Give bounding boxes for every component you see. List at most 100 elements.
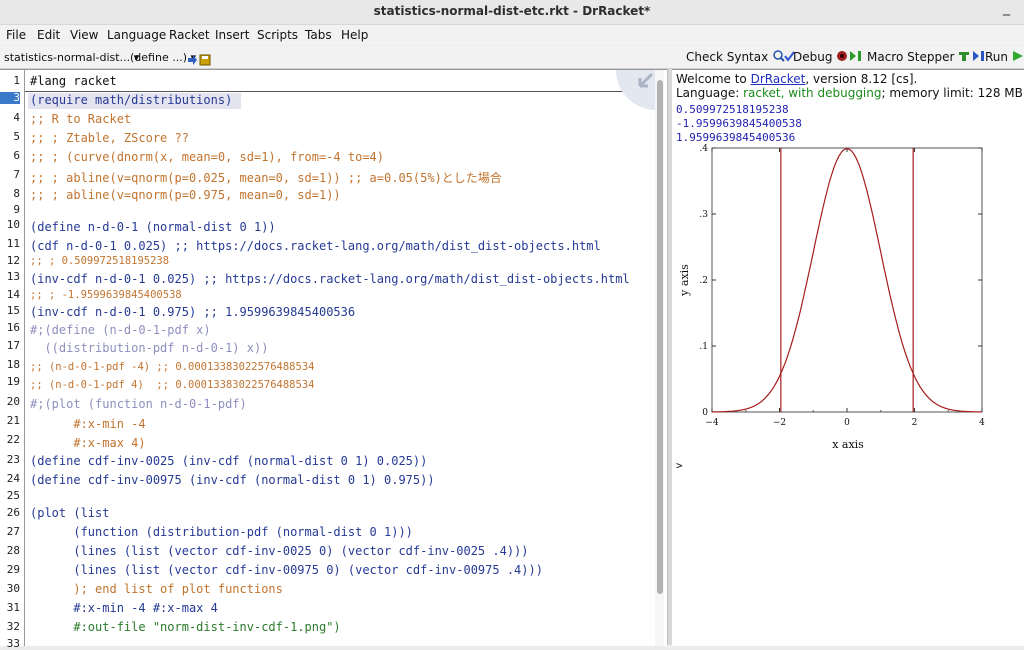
code-line: ;; R to Racket — [30, 112, 131, 126]
line-number: 31 — [0, 601, 20, 614]
menu-view[interactable]: View — [70, 28, 98, 42]
line-number: 16 — [0, 321, 20, 334]
menu-bar: File Edit View Language Racket Insert Sc… — [0, 25, 1024, 45]
run-icon — [1012, 50, 1024, 62]
line-number: 13 — [0, 270, 20, 283]
macro-stepper-button[interactable]: Macro Stepper — [867, 50, 988, 64]
line-number: 17 — [0, 339, 20, 352]
x-tick-label: 2 — [912, 418, 918, 428]
line-number: 18 — [0, 358, 20, 371]
corner-arrow-icon — [612, 70, 656, 110]
code-line: (lines (list (vector cdf-inv-00975 0) (v… — [30, 563, 543, 577]
welcome-suffix: , version 8.12 [cs]. — [805, 72, 917, 86]
code-line: #:x-max 4) — [30, 436, 146, 450]
y-tick-label: .2 — [699, 276, 708, 286]
run-button[interactable]: Run — [985, 50, 1024, 64]
code-line: ;; ; (curve(dnorm(x, mean=0, sd=1), from… — [30, 150, 384, 164]
window-titlebar: statistics-normal-dist-etc.rkt - DrRacke… — [0, 0, 1024, 25]
line-number: 28 — [0, 544, 20, 557]
line-number: 26 — [0, 506, 20, 519]
line-number: 33 — [0, 637, 20, 650]
window-title: statistics-normal-dist-etc.rkt - DrRacke… — [0, 4, 1024, 18]
define-dropdown-label: (define ...) — [130, 51, 187, 64]
welcome-line: Welcome to DrRacket, version 8.12 [cs]. — [676, 72, 917, 86]
macro-stepper-icon — [958, 50, 988, 62]
x-axis-label: x axis — [832, 438, 864, 451]
x-tick-label: 0 — [844, 418, 850, 428]
editor-scrollbar-thumb[interactable] — [657, 80, 663, 594]
code-line: ;; (n-d-0-1-pdf 4) ;; 0.0001338302257648… — [30, 379, 314, 391]
y-tick-label: .4 — [699, 144, 708, 154]
code-line: #;(define (n-d-0-1-pdf x) — [30, 323, 211, 337]
define-dropdown[interactable]: (define ...) ▾ — [130, 51, 196, 64]
check-syntax-button[interactable]: Check Syntax — [686, 50, 796, 64]
line-number: 29 — [0, 563, 20, 576]
menu-file[interactable]: File — [6, 28, 26, 42]
line-number-current: 3 — [0, 92, 20, 104]
toolbar: statistics-normal-dist... ▾ (define ...)… — [0, 46, 1024, 69]
check-syntax-label: Check Syntax — [686, 50, 768, 64]
code-line: #:out-file "norm-dist-inv-cdf-1.png") — [30, 620, 341, 634]
code-line: (require math/distributions) — [30, 93, 232, 107]
y-tick-label: .1 — [699, 342, 708, 352]
code-line: #:x-min -4 #:x-max 4 — [30, 601, 218, 615]
language-name: racket, with debugging — [743, 86, 881, 100]
x-tick-label: −4 — [705, 418, 719, 428]
y-tick-label: .3 — [699, 210, 708, 220]
line-number: 14 — [0, 288, 20, 301]
drracket-link[interactable]: DrRacket — [751, 72, 806, 86]
menu-racket[interactable]: Racket — [169, 28, 210, 42]
code-line: ;; ; abline(v=qnorm(p=0.975, mean=0, sd=… — [30, 188, 341, 202]
output-value: 0.509972518195238 — [676, 103, 789, 116]
line-number: 12 — [0, 254, 20, 267]
code-line: (function (distribution-pdf (normal-dist… — [30, 525, 413, 539]
line-number: 27 — [0, 525, 20, 538]
menu-tabs[interactable]: Tabs — [305, 28, 332, 42]
line-number: 21 — [0, 414, 20, 427]
menu-edit[interactable]: Edit — [37, 28, 60, 42]
interactions-pane[interactable]: Welcome to DrRacket, version 8.12 [cs]. … — [672, 69, 1024, 646]
line-number: 22 — [0, 433, 20, 446]
menu-language[interactable]: Language — [107, 28, 166, 42]
pdf-curve — [712, 149, 982, 412]
menu-insert[interactable]: Insert — [215, 28, 249, 42]
debug-button[interactable]: Debug — [793, 50, 864, 64]
lang-line-separator — [25, 91, 655, 92]
run-label: Run — [985, 50, 1008, 64]
output-value: -1.9599639845400538 — [676, 117, 802, 130]
code-line: (cdf n-d-0-1 0.025) ;; https://docs.rack… — [30, 239, 601, 253]
line-number: 4 — [0, 111, 20, 124]
line-number: 15 — [0, 304, 20, 317]
repl-prompt[interactable]: > — [676, 459, 683, 472]
code-line: (define cdf-inv-00975 (inv-cdf (normal-d… — [30, 473, 435, 487]
code-line: (define cdf-inv-0025 (inv-cdf (normal-di… — [30, 454, 427, 468]
debug-label: Debug — [793, 50, 832, 64]
line-number: 32 — [0, 620, 20, 633]
menu-scripts[interactable]: Scripts — [257, 28, 298, 42]
language-line: Language: racket, with debugging; memory… — [676, 86, 1024, 100]
line-number: 24 — [0, 472, 20, 485]
save-icon[interactable] — [188, 51, 212, 63]
minimize-button[interactable]: _ — [1003, 0, 1010, 16]
code-line: ;; (n-d-0-1-pdf -4) ;; 0.000133830225764… — [30, 361, 314, 373]
line-number: 11 — [0, 237, 20, 250]
line-number: 8 — [0, 187, 20, 200]
y-tick-label: 0 — [702, 408, 708, 418]
menu-help[interactable]: Help — [341, 28, 368, 42]
line-number-gutter: 1 3 4 5 6 7 8 9 10 11 12 13 14 15 16 17 … — [0, 70, 25, 646]
code-line: ;; ; abline(v=qnorm(p=0.025, mean=0, sd=… — [30, 169, 502, 186]
code-line: #lang racket — [30, 74, 117, 88]
line-number: 25 — [0, 489, 20, 502]
file-dropdown-label: statistics-normal-dist... — [4, 51, 130, 64]
file-dropdown[interactable]: statistics-normal-dist... ▾ — [4, 51, 139, 64]
normal-distribution-plot: −4−20240.1.2.3.4 x axis y axis — [672, 142, 1024, 462]
y-axis-label: y axis — [678, 264, 691, 297]
definitions-editor[interactable]: 1 3 4 5 6 7 8 9 10 11 12 13 14 15 16 17 … — [0, 69, 667, 646]
language-prefix: Language: — [676, 86, 743, 100]
code-line: (inv-cdf n-d-0-1 0.975) ;; 1.95996398454… — [30, 305, 355, 319]
x-tick-label: −2 — [773, 418, 786, 428]
line-number: 5 — [0, 130, 20, 143]
line-number: 7 — [0, 168, 20, 181]
code-line: (lines (list (vector cdf-inv-0025 0) (ve… — [30, 544, 529, 558]
code-line: ;; ; Ztable, ZScore ?? — [30, 131, 189, 145]
